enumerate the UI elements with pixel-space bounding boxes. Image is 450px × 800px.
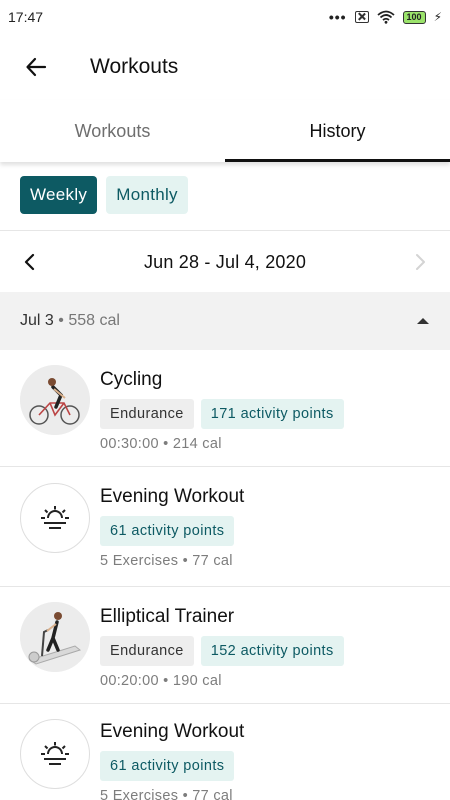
status-icons: ••• 100 ⚡	[329, 9, 442, 25]
week-range-label: Jun 28 - Jul 4, 2020	[143, 251, 307, 272]
workout-title: Elliptical Trainer	[100, 606, 235, 627]
elliptical-icon	[20, 602, 90, 672]
day-separator: •	[58, 312, 64, 329]
next-week-button[interactable]	[410, 252, 430, 272]
category-tag: Endurance	[100, 636, 194, 666]
battery-icon: 100	[402, 10, 426, 24]
workout-body: Cycling Endurance 171 activity points 00…	[100, 369, 344, 452]
workout-tags: Endurance 171 activity points	[100, 399, 344, 429]
status-bar: 17:47 ••• 100 ⚡	[0, 0, 450, 34]
sunset-icon	[41, 742, 69, 765]
wifi-icon	[376, 10, 395, 24]
sunset-icon	[41, 506, 69, 529]
workout-title: Cycling	[100, 369, 163, 390]
workout-meta: 00:20:00 • 190 cal	[100, 673, 222, 689]
activity-points-tag: 61 activity points	[100, 516, 235, 546]
week-navigator: Jun 28 - Jul 4, 2020	[0, 232, 450, 292]
page-title: Workouts	[90, 55, 179, 78]
workout-body: Evening Workout 61 activity points 5 Exe…	[100, 486, 244, 569]
back-arrow-icon	[26, 57, 47, 77]
activity-points-tag: 61 activity points	[100, 751, 235, 781]
evening-workout-avatar	[20, 719, 90, 789]
tab-workouts[interactable]: Workouts	[0, 100, 225, 162]
workout-tags: 61 activity points	[100, 751, 244, 781]
elliptical-avatar	[20, 602, 90, 672]
evening-workout-avatar	[20, 483, 90, 553]
day-summary: Jul 3 • 558 cal	[20, 312, 120, 330]
app-bar: Workouts	[0, 34, 450, 100]
monthly-chip[interactable]: Monthly	[106, 176, 188, 214]
workout-meta: 00:30:00 • 214 cal	[100, 436, 222, 452]
back-button[interactable]	[0, 34, 72, 100]
activity-points-tag: 152 activity points	[200, 636, 344, 666]
collapse-icon[interactable]	[416, 316, 430, 326]
more-notifications-icon: •••	[328, 9, 347, 25]
workout-meta: 5 Exercises • 77 cal	[100, 788, 233, 800]
workout-meta: 5 Exercises • 77 cal	[100, 553, 233, 569]
workout-title: Evening Workout	[100, 721, 245, 742]
charging-icon: ⚡	[433, 10, 442, 24]
workout-item[interactable]: Evening Workout 61 activity points 5 Exe…	[0, 467, 450, 587]
status-time: 17:47	[8, 9, 44, 25]
cycling-avatar	[20, 365, 90, 435]
workout-title: Evening Workout	[100, 486, 245, 507]
weekly-chip[interactable]: Weekly	[20, 176, 98, 214]
day-group-header[interactable]: Jul 3 • 558 cal	[0, 292, 450, 350]
previous-week-button[interactable]	[20, 252, 40, 272]
workout-tags: Endurance 152 activity points	[100, 636, 344, 666]
period-toggle: Weekly Monthly	[20, 176, 188, 214]
day-date: Jul 3	[20, 312, 54, 329]
cycling-icon	[20, 365, 90, 435]
category-tag: Endurance	[100, 399, 194, 429]
workout-item[interactable]: Cycling Endurance 171 activity points 00…	[0, 350, 450, 467]
tab-bar: Workouts History	[0, 100, 450, 162]
workout-item[interactable]: Elliptical Trainer Endurance 152 activit…	[0, 587, 450, 704]
workout-body: Evening Workout 61 activity points 5 Exe…	[100, 721, 244, 800]
activity-points-tag: 171 activity points	[200, 399, 344, 429]
workout-item[interactable]: Evening Workout 61 activity points 5 Exe…	[0, 704, 450, 800]
day-calories: 558 cal	[68, 312, 120, 329]
workout-tags: 61 activity points	[100, 516, 244, 546]
workout-body: Elliptical Trainer Endurance 152 activit…	[100, 606, 344, 689]
divider	[0, 230, 450, 231]
no-sim-icon	[354, 11, 369, 23]
tab-history[interactable]: History	[225, 100, 450, 162]
